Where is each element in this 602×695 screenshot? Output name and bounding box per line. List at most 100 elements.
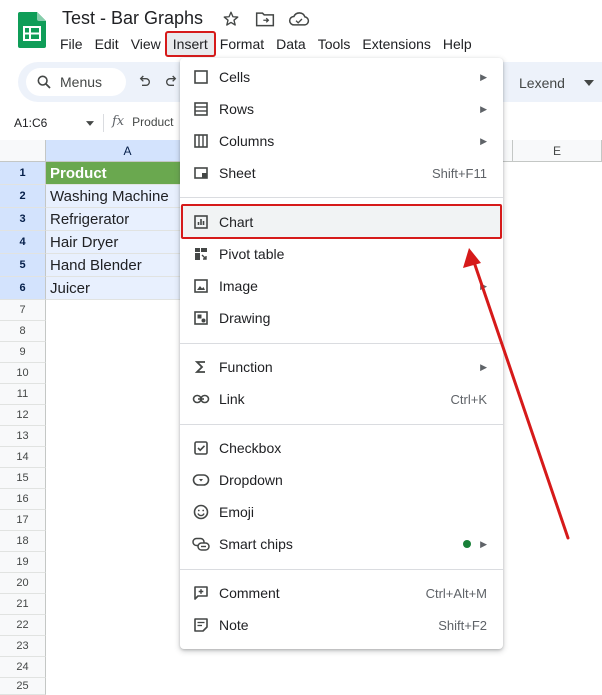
row-header[interactable]: 20: [0, 573, 46, 594]
menu-item-checkbox[interactable]: Checkbox: [180, 432, 503, 464]
submenu-arrow-icon: ▶: [480, 538, 487, 549]
name-box-value: A1:C6: [14, 116, 48, 130]
row-header[interactable]: 21: [0, 594, 46, 615]
row-header[interactable]: 24: [0, 657, 46, 678]
row-header[interactable]: 1: [0, 162, 46, 185]
row-header[interactable]: 13: [0, 426, 46, 447]
checkbox-icon: [192, 439, 210, 457]
row-header[interactable]: 2: [0, 185, 46, 208]
menu-bar: File Edit View Insert Format Data Tools …: [54, 31, 478, 57]
pivot-table-icon: [192, 245, 210, 263]
move-to-folder-icon[interactable]: [254, 9, 276, 29]
menu-item-sheet[interactable]: Sheet Shift+F11: [180, 157, 503, 189]
chart-highlight-box: [181, 204, 502, 239]
row-header[interactable]: 18: [0, 531, 46, 552]
search-menus[interactable]: Menus: [26, 68, 126, 96]
menu-insert[interactable]: Insert: [164, 31, 216, 57]
menu-item-dropdown[interactable]: Dropdown: [180, 464, 503, 496]
smart-chips-icon: [192, 535, 210, 553]
undo-icon[interactable]: [134, 72, 154, 92]
menu-item-function[interactable]: Function ▶: [180, 351, 503, 383]
cell-a2[interactable]: Washing Machine: [46, 185, 186, 208]
shortcut-label: Shift+F2: [438, 617, 487, 633]
menu-tools[interactable]: Tools: [312, 33, 357, 55]
comment-add-icon: [192, 584, 210, 602]
row-header[interactable]: 16: [0, 489, 46, 510]
menu-item-pivot-table[interactable]: Pivot table: [180, 238, 503, 270]
menu-item-drawing[interactable]: Drawing: [180, 302, 503, 334]
dropdown-icon: [192, 471, 210, 489]
menu-help[interactable]: Help: [437, 33, 478, 55]
submenu-arrow-icon: ▶: [480, 361, 487, 372]
menu-item-image[interactable]: Image ▶: [180, 270, 503, 302]
menu-item-note[interactable]: Note Shift+F2: [180, 609, 503, 641]
select-all-corner[interactable]: [0, 140, 46, 162]
font-name: Lexend: [519, 75, 565, 91]
cell-a3[interactable]: Refrigerator: [46, 208, 186, 231]
menu-item-rows[interactable]: Rows ▶: [180, 93, 503, 125]
row-header[interactable]: 25: [0, 678, 46, 695]
menu-divider: [180, 197, 503, 198]
row-header[interactable]: 22: [0, 615, 46, 636]
row-header[interactable]: 5: [0, 254, 46, 277]
search-menus-label: Menus: [60, 74, 103, 90]
note-icon: [192, 616, 210, 634]
insert-menu: Cells ▶ Rows ▶ Columns ▶ Sheet Shift+F11…: [180, 58, 503, 649]
emoji-icon: [192, 503, 210, 521]
menu-data[interactable]: Data: [270, 33, 312, 55]
row-header[interactable]: 4: [0, 231, 46, 254]
row-header[interactable]: 3: [0, 208, 46, 231]
menu-item-columns[interactable]: Columns ▶: [180, 125, 503, 157]
row-header[interactable]: 9: [0, 342, 46, 363]
menu-extensions[interactable]: Extensions: [356, 33, 436, 55]
link-icon: [192, 390, 210, 408]
row-header[interactable]: 17: [0, 510, 46, 531]
document-title[interactable]: Test - Bar Graphs: [62, 8, 203, 29]
row-header[interactable]: 10: [0, 363, 46, 384]
shortcut-label: Ctrl+K: [450, 391, 487, 407]
row-header[interactable]: 15: [0, 468, 46, 489]
menu-divider: [180, 424, 503, 425]
row-header[interactable]: 12: [0, 405, 46, 426]
caret-down-icon: [584, 80, 594, 86]
row-header[interactable]: 8: [0, 321, 46, 342]
row-header[interactable]: 11: [0, 384, 46, 405]
menu-edit[interactable]: Edit: [89, 33, 125, 55]
menu-item-comment[interactable]: Comment Ctrl+Alt+M: [180, 577, 503, 609]
formula-input[interactable]: Product: [132, 115, 173, 129]
row-header[interactable]: 7: [0, 300, 46, 321]
cell-a6[interactable]: Juicer: [46, 277, 186, 300]
submenu-arrow-icon: ▶: [480, 71, 487, 82]
cell-a5[interactable]: Hand Blender: [46, 254, 186, 277]
redo-icon[interactable]: [162, 72, 182, 92]
submenu-arrow-icon: ▶: [480, 103, 487, 114]
row-header[interactable]: 6: [0, 277, 46, 300]
submenu-arrow-icon: ▶: [480, 280, 487, 291]
star-icon[interactable]: [220, 9, 242, 29]
cloud-saved-icon[interactable]: [288, 9, 310, 29]
menu-item-link[interactable]: Link Ctrl+K: [180, 383, 503, 415]
menu-file[interactable]: File: [54, 33, 89, 55]
row-header[interactable]: 23: [0, 636, 46, 657]
menu-item-smart-chips[interactable]: Smart chips ▶: [180, 528, 503, 560]
cell-a4[interactable]: Hair Dryer: [46, 231, 186, 254]
name-box[interactable]: A1:C6: [8, 112, 100, 134]
menu-view[interactable]: View: [125, 33, 167, 55]
rows-icon: [192, 100, 210, 118]
sheets-logo[interactable]: [18, 12, 46, 48]
drawing-icon: [192, 309, 210, 327]
menu-format[interactable]: Format: [214, 33, 270, 55]
columns-icon: [192, 132, 210, 150]
menu-item-cells[interactable]: Cells ▶: [180, 61, 503, 93]
column-header-e[interactable]: E: [513, 140, 602, 162]
submenu-arrow-icon: ▶: [480, 135, 487, 146]
menu-item-emoji[interactable]: Emoji: [180, 496, 503, 528]
caret-down-icon: [86, 120, 94, 126]
font-select[interactable]: Lexend: [502, 72, 602, 94]
row-header[interactable]: 19: [0, 552, 46, 573]
fx-icon: fx: [112, 114, 125, 129]
formula-bar-divider: [103, 114, 104, 132]
row-header[interactable]: 14: [0, 447, 46, 468]
cell-a1[interactable]: Product: [46, 162, 186, 185]
menu-divider: [180, 343, 503, 344]
